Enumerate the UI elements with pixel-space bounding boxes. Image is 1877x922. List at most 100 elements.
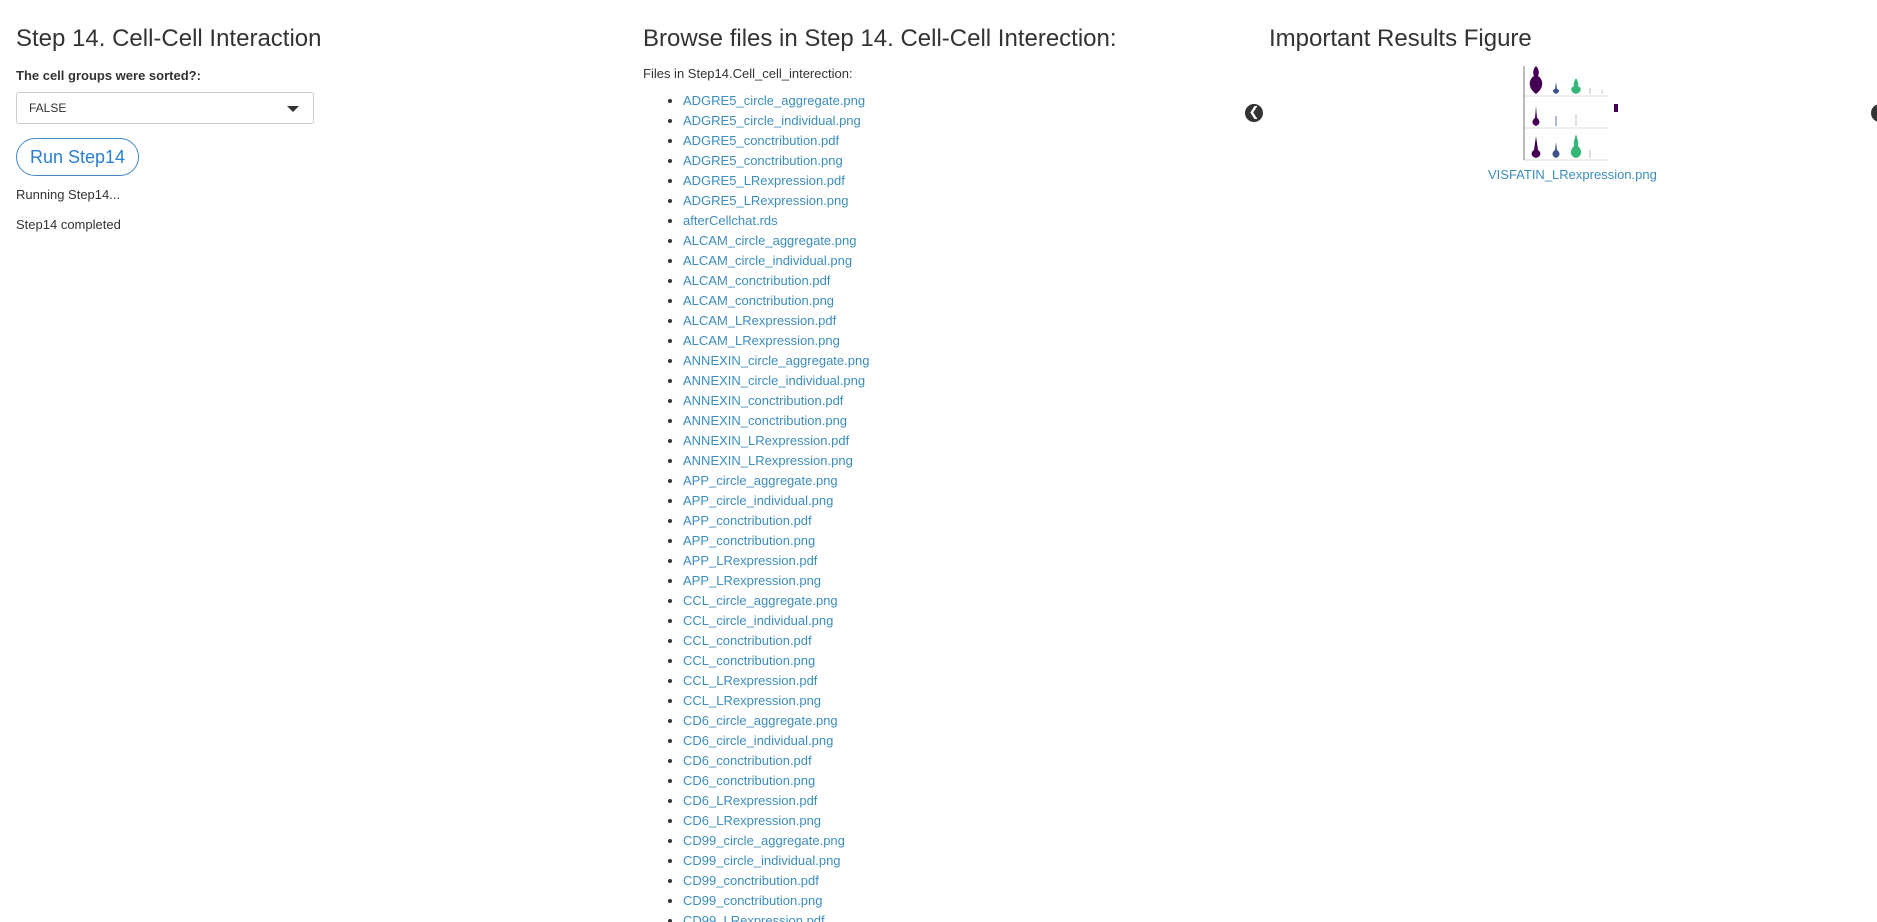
file-link[interactable]: APP_circle_aggregate.png	[683, 473, 838, 488]
file-link[interactable]: CCL_circle_aggregate.png	[683, 593, 838, 608]
status-completed: Step14 completed	[16, 217, 121, 232]
file-list-item: ALCAM_LRexpression.pdf	[683, 311, 1203, 331]
file-list-item: APP_LRexpression.pdf	[683, 551, 1203, 571]
file-link[interactable]: CD99_conctribution.png	[683, 893, 822, 908]
file-link[interactable]: APP_circle_individual.png	[683, 493, 833, 508]
file-list-item: ANNEXIN_conctribution.pdf	[683, 391, 1203, 411]
file-list-item: APP_LRexpression.png	[683, 571, 1203, 591]
file-link[interactable]: afterCellchat.rds	[683, 213, 778, 228]
file-list-item: CD6_conctribution.pdf	[683, 751, 1203, 771]
step-title: Step 14. Cell-Cell Interaction	[16, 25, 322, 52]
results-panel: Important Results Figure	[1269, 22, 1869, 56]
file-link[interactable]: CCL_conctribution.png	[683, 653, 815, 668]
results-title: Important Results Figure	[1269, 25, 1532, 52]
file-list: ADGRE5_circle_aggregate.png ADGRE5_circle…	[643, 91, 1203, 922]
file-link[interactable]: ANNEXIN_conctribution.pdf	[683, 393, 843, 408]
step-panel: Step 14. Cell-Cell Interaction The cell …	[16, 22, 616, 235]
result-thumbnail[interactable]	[1518, 64, 1618, 164]
file-browser: Browse files in Step 14. Cell-Cell Inter…	[643, 22, 1203, 922]
file-list-item: CD99_LRexpression.pdf	[683, 911, 1203, 922]
result-image-link[interactable]: VISFATIN_LRexpression.png	[1488, 166, 1657, 184]
file-link[interactable]: ADGRE5_circle_aggregate.png	[683, 93, 865, 108]
file-list-item: APP_conctribution.pdf	[683, 511, 1203, 531]
sorted-select-value: FALSE	[29, 101, 67, 115]
file-link[interactable]: CCL_LRexpression.pdf	[683, 673, 817, 688]
file-link[interactable]: ALCAM_circle_aggregate.png	[683, 233, 856, 248]
file-list-item: CD99_circle_aggregate.png	[683, 831, 1203, 851]
file-link[interactable]: ADGRE5_LRexpression.pdf	[683, 173, 845, 188]
file-link[interactable]: ANNEXIN_circle_aggregate.png	[683, 353, 869, 368]
file-link[interactable]: ANNEXIN_circle_individual.png	[683, 373, 865, 388]
file-list-item: CD6_LRexpression.pdf	[683, 791, 1203, 811]
file-list-item: ANNEXIN_LRexpression.pdf	[683, 431, 1203, 451]
file-link[interactable]: CD6_LRexpression.pdf	[683, 793, 817, 808]
chevron-left-icon[interactable]: ❮	[1245, 104, 1263, 122]
file-list-item: ADGRE5_circle_individual.png	[683, 111, 1203, 131]
page: Step 14. Cell-Cell Interaction The cell …	[0, 0, 1877, 922]
file-link[interactable]: CCL_LRexpression.png	[683, 693, 821, 708]
results-carousel: ❮ ❯ VISFATIN_LRexpression.png	[1240, 62, 1877, 192]
file-list-item: ANNEXIN_conctribution.png	[683, 411, 1203, 431]
file-list-item: ADGRE5_LRexpression.png	[683, 191, 1203, 211]
file-link[interactable]: ALCAM_LRexpression.pdf	[683, 313, 836, 328]
file-list-item: CCL_conctribution.pdf	[683, 631, 1203, 651]
file-list-item: CD6_conctribution.png	[683, 771, 1203, 791]
file-link[interactable]: APP_LRexpression.pdf	[683, 553, 817, 568]
file-list-item: ANNEXIN_LRexpression.png	[683, 451, 1203, 471]
file-list-caption: Files in Step14.Cell_cell_interection:	[643, 66, 853, 81]
file-link[interactable]: ALCAM_circle_individual.png	[683, 253, 852, 268]
file-link[interactable]: ANNEXIN_LRexpression.png	[683, 453, 853, 468]
file-link[interactable]: CCL_conctribution.pdf	[683, 633, 812, 648]
file-link[interactable]: ALCAM_LRexpression.png	[683, 333, 840, 348]
file-list-item: CD99_conctribution.png	[683, 891, 1203, 911]
file-link[interactable]: APP_LRexpression.png	[683, 573, 821, 588]
file-list-item: afterCellchat.rds	[683, 211, 1203, 231]
file-list-item: ALCAM_LRexpression.png	[683, 331, 1203, 351]
file-list-item: ALCAM_circle_individual.png	[683, 251, 1203, 271]
sorted-select[interactable]: FALSE	[16, 92, 314, 124]
file-list-item: CCL_LRexpression.pdf	[683, 671, 1203, 691]
file-link[interactable]: CD6_conctribution.png	[683, 773, 815, 788]
file-list-item: ADGRE5_LRexpression.pdf	[683, 171, 1203, 191]
file-link[interactable]: CD6_circle_aggregate.png	[683, 713, 838, 728]
file-link[interactable]: ADGRE5_conctribution.png	[683, 153, 843, 168]
file-link[interactable]: APP_conctribution.pdf	[683, 513, 812, 528]
file-list-item: CD99_circle_individual.png	[683, 851, 1203, 871]
file-list-item: CCL_LRexpression.png	[683, 691, 1203, 711]
file-link[interactable]: CD99_LRexpression.pdf	[683, 913, 825, 922]
file-list-item: CD99_conctribution.pdf	[683, 871, 1203, 891]
file-list-item: APP_circle_individual.png	[683, 491, 1203, 511]
file-list-item: CCL_circle_aggregate.png	[683, 591, 1203, 611]
file-link[interactable]: APP_conctribution.png	[683, 533, 815, 548]
file-list-item: ADGRE5_conctribution.png	[683, 151, 1203, 171]
file-link[interactable]: ADGRE5_LRexpression.png	[683, 193, 848, 208]
file-link[interactable]: ADGRE5_circle_individual.png	[683, 113, 861, 128]
status-running: Running Step14...	[16, 187, 121, 202]
run-step14-button[interactable]: Run Step14	[16, 138, 140, 176]
file-list-item: ADGRE5_circle_aggregate.png	[683, 91, 1203, 111]
file-list-item: CD6_circle_individual.png	[683, 731, 1203, 751]
file-list-item: ANNEXIN_circle_aggregate.png	[683, 351, 1203, 371]
file-link[interactable]: CD6_circle_individual.png	[683, 733, 833, 748]
chevron-right-icon[interactable]: ❯	[1871, 104, 1877, 122]
file-link[interactable]: CD99_conctribution.pdf	[683, 873, 819, 888]
caret-down-icon	[287, 106, 299, 112]
file-link[interactable]: CD99_circle_aggregate.png	[683, 833, 845, 848]
file-link[interactable]: ANNEXIN_LRexpression.pdf	[683, 433, 849, 448]
file-link[interactable]: ANNEXIN_conctribution.png	[683, 413, 847, 428]
file-link[interactable]: ALCAM_conctribution.pdf	[683, 273, 830, 288]
file-link[interactable]: ADGRE5_conctribution.pdf	[683, 133, 839, 148]
file-list-item: ANNEXIN_circle_individual.png	[683, 371, 1203, 391]
file-browser-title: Browse files in Step 14. Cell-Cell Inter…	[643, 25, 1117, 52]
sorted-select-label: The cell groups were sorted?:	[16, 68, 201, 83]
file-list-item: APP_conctribution.png	[683, 531, 1203, 551]
file-list-item: ALCAM_conctribution.pdf	[683, 271, 1203, 291]
file-list-item: APP_circle_aggregate.png	[683, 471, 1203, 491]
file-link[interactable]: CD99_circle_individual.png	[683, 853, 841, 868]
file-link[interactable]: CCL_circle_individual.png	[683, 613, 833, 628]
file-link[interactable]: CD6_LRexpression.png	[683, 813, 821, 828]
file-list-item: ALCAM_conctribution.png	[683, 291, 1203, 311]
file-list-item: CD6_LRexpression.png	[683, 811, 1203, 831]
file-link[interactable]: CD6_conctribution.pdf	[683, 753, 812, 768]
file-link[interactable]: ALCAM_conctribution.png	[683, 293, 834, 308]
